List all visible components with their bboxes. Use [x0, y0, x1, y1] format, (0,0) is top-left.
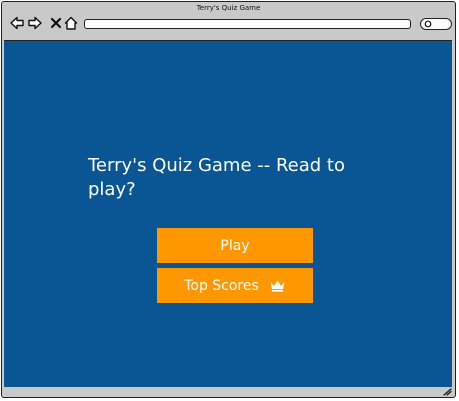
crown-icon: [269, 279, 286, 292]
play-button-label: Play: [220, 237, 250, 254]
status-bar: [2, 387, 455, 397]
close-icon[interactable]: [48, 15, 64, 31]
address-bar[interactable]: [84, 19, 411, 29]
page-content: Terry's Quiz Game -- Read to play? Play …: [4, 40, 452, 387]
forward-arrow-icon[interactable]: [27, 15, 43, 31]
search-icon: [424, 20, 432, 28]
top-scores-button[interactable]: Top Scores: [157, 268, 313, 303]
back-arrow-icon[interactable]: [9, 15, 25, 31]
search-field[interactable]: [420, 18, 452, 30]
browser-toolbar: [2, 12, 455, 40]
home-icon[interactable]: [63, 15, 79, 31]
top-scores-button-label: Top Scores: [184, 277, 259, 294]
page-heading: Terry's Quiz Game -- Read to play?: [88, 155, 345, 200]
browser-window: Terry's Quiz Game Terry's Quiz Game -- R…: [1, 1, 456, 398]
resize-grip-icon[interactable]: [443, 388, 452, 396]
play-button[interactable]: Play: [157, 228, 313, 263]
